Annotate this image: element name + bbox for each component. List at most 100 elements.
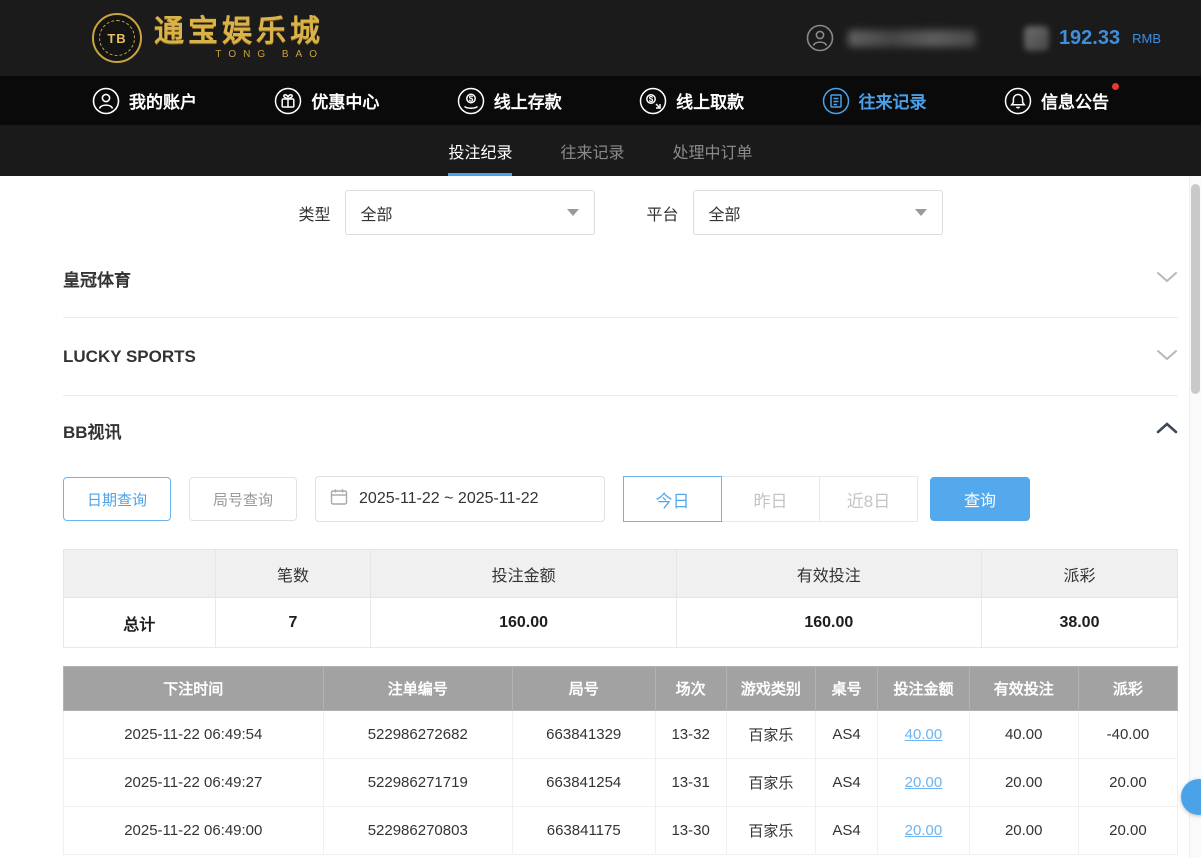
user-icon bbox=[92, 87, 120, 115]
cell-bet-time: 2025-11-22 06:49:27 bbox=[64, 759, 324, 807]
nav-item-online-withdrawal[interactable]: $ 线上取款 bbox=[639, 87, 744, 115]
summary-valid-bet: 160.00 bbox=[676, 598, 981, 648]
nav-label: 线上取款 bbox=[676, 88, 744, 113]
summary-total-label: 总计 bbox=[64, 598, 216, 648]
main-nav: 我的账户 优惠中心 $ 线上存款 $ bbox=[0, 76, 1201, 125]
quick-date-group: 今日 昨日 近8日 bbox=[623, 476, 918, 522]
cell-session: 13-31 bbox=[655, 759, 726, 807]
summary-table: 笔数 投注金额 有效投注 派彩 总计 7 160.00 160.00 38.00 bbox=[63, 549, 1178, 648]
section-crown-sports[interactable]: 皇冠体育 bbox=[63, 240, 1178, 318]
platform-filter-label: 平台 bbox=[647, 201, 679, 225]
yesterday-button[interactable]: 昨日 bbox=[721, 476, 820, 522]
main-content: 类型 全部 平台 全部 皇冠体育 LUCKY SPORTS bbox=[0, 190, 1201, 855]
sub-nav: 投注纪录 往来记录 处理中订单 bbox=[0, 125, 1201, 176]
section-lucky-sports[interactable]: LUCKY SPORTS bbox=[63, 318, 1178, 396]
notification-dot bbox=[1112, 83, 1119, 90]
logo-title: 通宝娱乐城 bbox=[154, 16, 324, 48]
cell-bet-id: 522986270803 bbox=[323, 807, 512, 855]
cell-valid-bet: 20.00 bbox=[969, 759, 1078, 807]
query-bar: 日期查询 局号查询 2025-11-22 ~ 2025-11-22 今日 昨日 … bbox=[63, 476, 1178, 522]
cell-payout: 20.00 bbox=[1078, 759, 1177, 807]
bet-amount-link[interactable]: 40.00 bbox=[905, 726, 943, 743]
logo-chip-icon: TB bbox=[92, 13, 142, 63]
table-row: 2025-11-22 06:49:00 522986270803 6638411… bbox=[64, 807, 1178, 855]
section-title: 皇冠体育 bbox=[63, 266, 131, 291]
nav-item-announcements[interactable]: 信息公告 bbox=[1004, 87, 1109, 115]
summary-bet-amount: 160.00 bbox=[371, 598, 676, 648]
section-bb-video[interactable]: BB视讯 bbox=[63, 396, 1178, 464]
cell-session: 13-32 bbox=[655, 711, 726, 759]
date-query-button[interactable]: 日期查询 bbox=[63, 477, 171, 521]
cell-table-no: AS4 bbox=[815, 807, 877, 855]
logo[interactable]: TB 通宝娱乐城 TONG BAO bbox=[92, 13, 324, 63]
last-8-days-button[interactable]: 近8日 bbox=[819, 476, 918, 522]
round-query-button[interactable]: 局号查询 bbox=[189, 477, 297, 521]
cell-bet-time: 2025-11-22 06:49:54 bbox=[64, 711, 324, 759]
nav-item-online-deposit[interactable]: $ 线上存款 bbox=[457, 87, 562, 115]
cell-game-type: 百家乐 bbox=[726, 711, 815, 759]
nav-label: 优惠中心 bbox=[311, 88, 379, 113]
col-round-id: 局号 bbox=[512, 667, 655, 711]
nav-label: 往来记录 bbox=[859, 88, 927, 113]
avatar-icon bbox=[806, 24, 834, 52]
cell-bet-id: 522986271719 bbox=[323, 759, 512, 807]
scrollbar[interactable] bbox=[1189, 176, 1201, 858]
cell-session: 13-30 bbox=[655, 807, 726, 855]
gift-icon bbox=[274, 87, 302, 115]
col-payout: 派彩 bbox=[1078, 667, 1177, 711]
chevron-up-icon bbox=[1156, 421, 1178, 439]
col-table-no: 桌号 bbox=[815, 667, 877, 711]
nav-item-promotions[interactable]: 优惠中心 bbox=[274, 87, 379, 115]
type-select[interactable]: 全部 bbox=[345, 190, 595, 235]
cell-table-no: AS4 bbox=[815, 711, 877, 759]
username-masked bbox=[848, 30, 976, 47]
today-button[interactable]: 今日 bbox=[623, 476, 722, 522]
nav-item-transaction-records[interactable]: 往来记录 bbox=[822, 87, 927, 115]
type-filter-label: 类型 bbox=[298, 201, 330, 225]
tab-transaction-records[interactable]: 往来记录 bbox=[560, 125, 624, 176]
col-valid-bet: 有效投注 bbox=[969, 667, 1078, 711]
col-game-type: 游戏类别 bbox=[726, 667, 815, 711]
caret-down-icon bbox=[915, 209, 927, 216]
nav-label: 我的账户 bbox=[129, 88, 197, 113]
summary-header-row: 笔数 投注金额 有效投注 派彩 bbox=[64, 550, 1178, 598]
bet-amount-link[interactable]: 20.00 bbox=[905, 822, 943, 839]
table-row: 2025-11-22 06:49:54 522986272682 6638413… bbox=[64, 711, 1178, 759]
caret-down-icon bbox=[567, 209, 579, 216]
section-title: BB视讯 bbox=[63, 418, 122, 443]
cell-valid-bet: 20.00 bbox=[969, 807, 1078, 855]
cell-round-id: 663841175 bbox=[512, 807, 655, 855]
summary-corner-cell bbox=[64, 550, 216, 598]
cell-payout: -40.00 bbox=[1078, 711, 1177, 759]
platform-select[interactable]: 全部 bbox=[693, 190, 943, 235]
summary-count: 7 bbox=[215, 598, 371, 648]
balance-amount: 192.33 bbox=[1059, 27, 1120, 50]
cell-round-id: 663841254 bbox=[512, 759, 655, 807]
summary-header-valid-bet: 有效投注 bbox=[676, 550, 981, 598]
bell-icon bbox=[1004, 87, 1032, 115]
svg-text:$: $ bbox=[469, 94, 474, 103]
cell-payout: 20.00 bbox=[1078, 807, 1177, 855]
chevron-down-icon bbox=[1156, 270, 1178, 288]
tab-processing-orders[interactable]: 处理中订单 bbox=[673, 125, 753, 176]
logo-badge-text: TB bbox=[99, 20, 135, 56]
filter-bar: 类型 全部 平台 全部 bbox=[63, 190, 1178, 235]
search-button[interactable]: 查询 bbox=[930, 477, 1030, 521]
summary-total-row: 总计 7 160.00 160.00 38.00 bbox=[64, 598, 1178, 648]
cell-game-type: 百家乐 bbox=[726, 759, 815, 807]
tab-betting-records[interactable]: 投注纪录 bbox=[448, 125, 512, 176]
scrollbar-thumb[interactable] bbox=[1191, 184, 1200, 394]
section-title: LUCKY SPORTS bbox=[63, 347, 196, 367]
date-range-input[interactable]: 2025-11-22 ~ 2025-11-22 bbox=[315, 476, 605, 522]
cell-table-no: AS4 bbox=[815, 759, 877, 807]
type-select-value: 全部 bbox=[361, 201, 393, 225]
chevron-down-icon bbox=[1156, 348, 1178, 366]
summary-header-payout: 派彩 bbox=[981, 550, 1177, 598]
summary-header-count: 笔数 bbox=[215, 550, 371, 598]
bet-amount-link[interactable]: 20.00 bbox=[905, 774, 943, 791]
balance-currency: RMB bbox=[1132, 31, 1161, 46]
nav-item-my-account[interactable]: 我的账户 bbox=[92, 87, 197, 115]
table-row: 2025-11-22 06:49:27 522986271719 6638412… bbox=[64, 759, 1178, 807]
cell-bet-time: 2025-11-22 06:49:00 bbox=[64, 807, 324, 855]
summary-payout: 38.00 bbox=[981, 598, 1177, 648]
